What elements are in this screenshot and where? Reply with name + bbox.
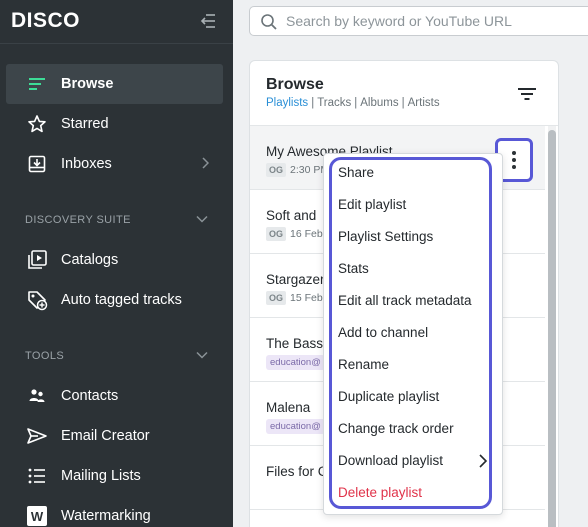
watermark-icon: W bbox=[26, 505, 48, 527]
auto-tag-icon bbox=[26, 289, 48, 311]
chevron-down-icon bbox=[196, 214, 208, 226]
menu-item-share[interactable]: Share bbox=[338, 161, 488, 185]
tools-section-toggle[interactable]: TOOLS bbox=[25, 350, 208, 362]
sidebar-item-label: Watermarking bbox=[61, 508, 151, 524]
scrollbar-track[interactable] bbox=[548, 126, 556, 527]
sidebar-item-label: Mailing Lists bbox=[61, 468, 141, 484]
menu-item-delete-playlist[interactable]: Delete playlist bbox=[338, 481, 488, 505]
collapse-sidebar-icon[interactable] bbox=[198, 12, 218, 30]
filter-icon[interactable] bbox=[516, 85, 538, 103]
sidebar: DISCO Browse Starred Inboxes DISCOVERY S… bbox=[0, 0, 233, 527]
kebab-icon bbox=[512, 165, 516, 169]
sidebar-item-label: Catalogs bbox=[61, 252, 119, 268]
section-heading: TOOLS bbox=[25, 350, 65, 362]
playlist-meta: OG 16 Feb bbox=[266, 227, 323, 241]
playlist-title: Malena bbox=[266, 400, 311, 415]
chevron-right-icon bbox=[201, 156, 210, 172]
discovery-suite-section-toggle[interactable]: DISCOVERY SUITE bbox=[25, 214, 208, 226]
menu-item-playlist-settings[interactable]: Playlist Settings bbox=[338, 225, 488, 249]
owner-tag: education@ bbox=[266, 355, 325, 370]
sidebar-divider bbox=[0, 43, 233, 44]
playlist-title: Stargazer bbox=[266, 272, 325, 287]
sidebar-item-label: Auto tagged tracks bbox=[61, 292, 182, 308]
panel-title: Browse bbox=[266, 76, 324, 93]
playlist-title: The Bass bbox=[266, 336, 324, 351]
star-icon bbox=[26, 113, 48, 135]
playlist-title: Soft and bbox=[266, 208, 317, 223]
menu-item-change-track-order[interactable]: Change track order bbox=[338, 417, 488, 441]
playlist-meta: education@ bbox=[266, 355, 325, 370]
sidebar-item-label: Contacts bbox=[61, 388, 119, 404]
filter-tab-playlists[interactable]: Playlists bbox=[266, 97, 308, 109]
menu-item-add-to-channel[interactable]: Add to channel bbox=[338, 321, 488, 345]
sidebar-item-label: Browse bbox=[61, 76, 114, 92]
scrollbar-thumb[interactable] bbox=[548, 130, 556, 527]
sidebar-item-inboxes[interactable]: Inboxes bbox=[6, 144, 223, 184]
contacts-icon bbox=[26, 385, 48, 407]
playlist-meta: OG 15 Feb bbox=[266, 291, 323, 305]
playlist-date: 16 Feb bbox=[290, 228, 323, 240]
owner-tag: education@ bbox=[266, 419, 325, 434]
search-icon bbox=[261, 14, 277, 30]
menu-item-edit-all-track-metadata[interactable]: Edit all track metadata bbox=[338, 289, 488, 313]
search-bar bbox=[249, 6, 588, 36]
filter-tab-tracks[interactable]: Tracks bbox=[317, 97, 351, 109]
send-icon bbox=[26, 425, 48, 447]
sidebar-item-label: Inboxes bbox=[61, 156, 112, 172]
sidebar-item-starred[interactable]: Starred bbox=[6, 104, 223, 144]
browse-icon bbox=[26, 73, 48, 95]
search-input[interactable] bbox=[286, 11, 576, 31]
list-icon bbox=[26, 465, 48, 487]
menu-item-rename[interactable]: Rename bbox=[338, 353, 488, 377]
sidebar-item-watermarking[interactable]: W Watermarking bbox=[6, 496, 223, 527]
menu-item-download-playlist[interactable]: Download playlist bbox=[338, 449, 488, 473]
sidebar-item-label: Email Creator bbox=[61, 428, 150, 444]
owner-tag: OG bbox=[266, 291, 287, 305]
browse-filter-tabs: Playlists | Tracks | Albums | Artists bbox=[266, 97, 440, 109]
app-logo: DISCO bbox=[11, 9, 81, 32]
chevron-right-icon bbox=[478, 453, 488, 469]
menu-item-duplicate-playlist[interactable]: Duplicate playlist bbox=[338, 385, 488, 409]
menu-item-stats[interactable]: Stats bbox=[338, 257, 488, 281]
filter-tab-albums[interactable]: Albums bbox=[360, 97, 398, 109]
kebab-icon bbox=[512, 158, 516, 162]
filter-tab-artists[interactable]: Artists bbox=[408, 97, 440, 109]
kebab-icon bbox=[512, 151, 516, 155]
playlist-title: Files for C bbox=[266, 464, 328, 479]
sidebar-item-auto-tagged-tracks[interactable]: Auto tagged tracks bbox=[6, 280, 223, 320]
inbox-icon bbox=[26, 153, 48, 175]
sidebar-item-browse[interactable]: Browse bbox=[6, 64, 223, 104]
section-heading: DISCOVERY SUITE bbox=[25, 214, 131, 226]
owner-tag: OG bbox=[266, 163, 287, 177]
playlist-date: 15 Feb bbox=[290, 292, 323, 304]
sidebar-item-email-creator[interactable]: Email Creator bbox=[6, 416, 223, 456]
sidebar-item-catalogs[interactable]: Catalogs bbox=[6, 240, 223, 280]
playlist-meta: education@ bbox=[266, 419, 325, 434]
sidebar-item-label: Starred bbox=[61, 116, 109, 132]
chevron-down-icon bbox=[196, 350, 208, 362]
sidebar-item-contacts[interactable]: Contacts bbox=[6, 376, 223, 416]
svg-text:W: W bbox=[31, 509, 44, 524]
owner-tag: OG bbox=[266, 227, 287, 241]
catalog-icon bbox=[26, 249, 48, 271]
menu-item-edit-playlist[interactable]: Edit playlist bbox=[338, 193, 488, 217]
playlist-meta: OG 2:30 PM bbox=[266, 163, 329, 177]
sidebar-item-mailing-lists[interactable]: Mailing Lists bbox=[6, 456, 223, 496]
